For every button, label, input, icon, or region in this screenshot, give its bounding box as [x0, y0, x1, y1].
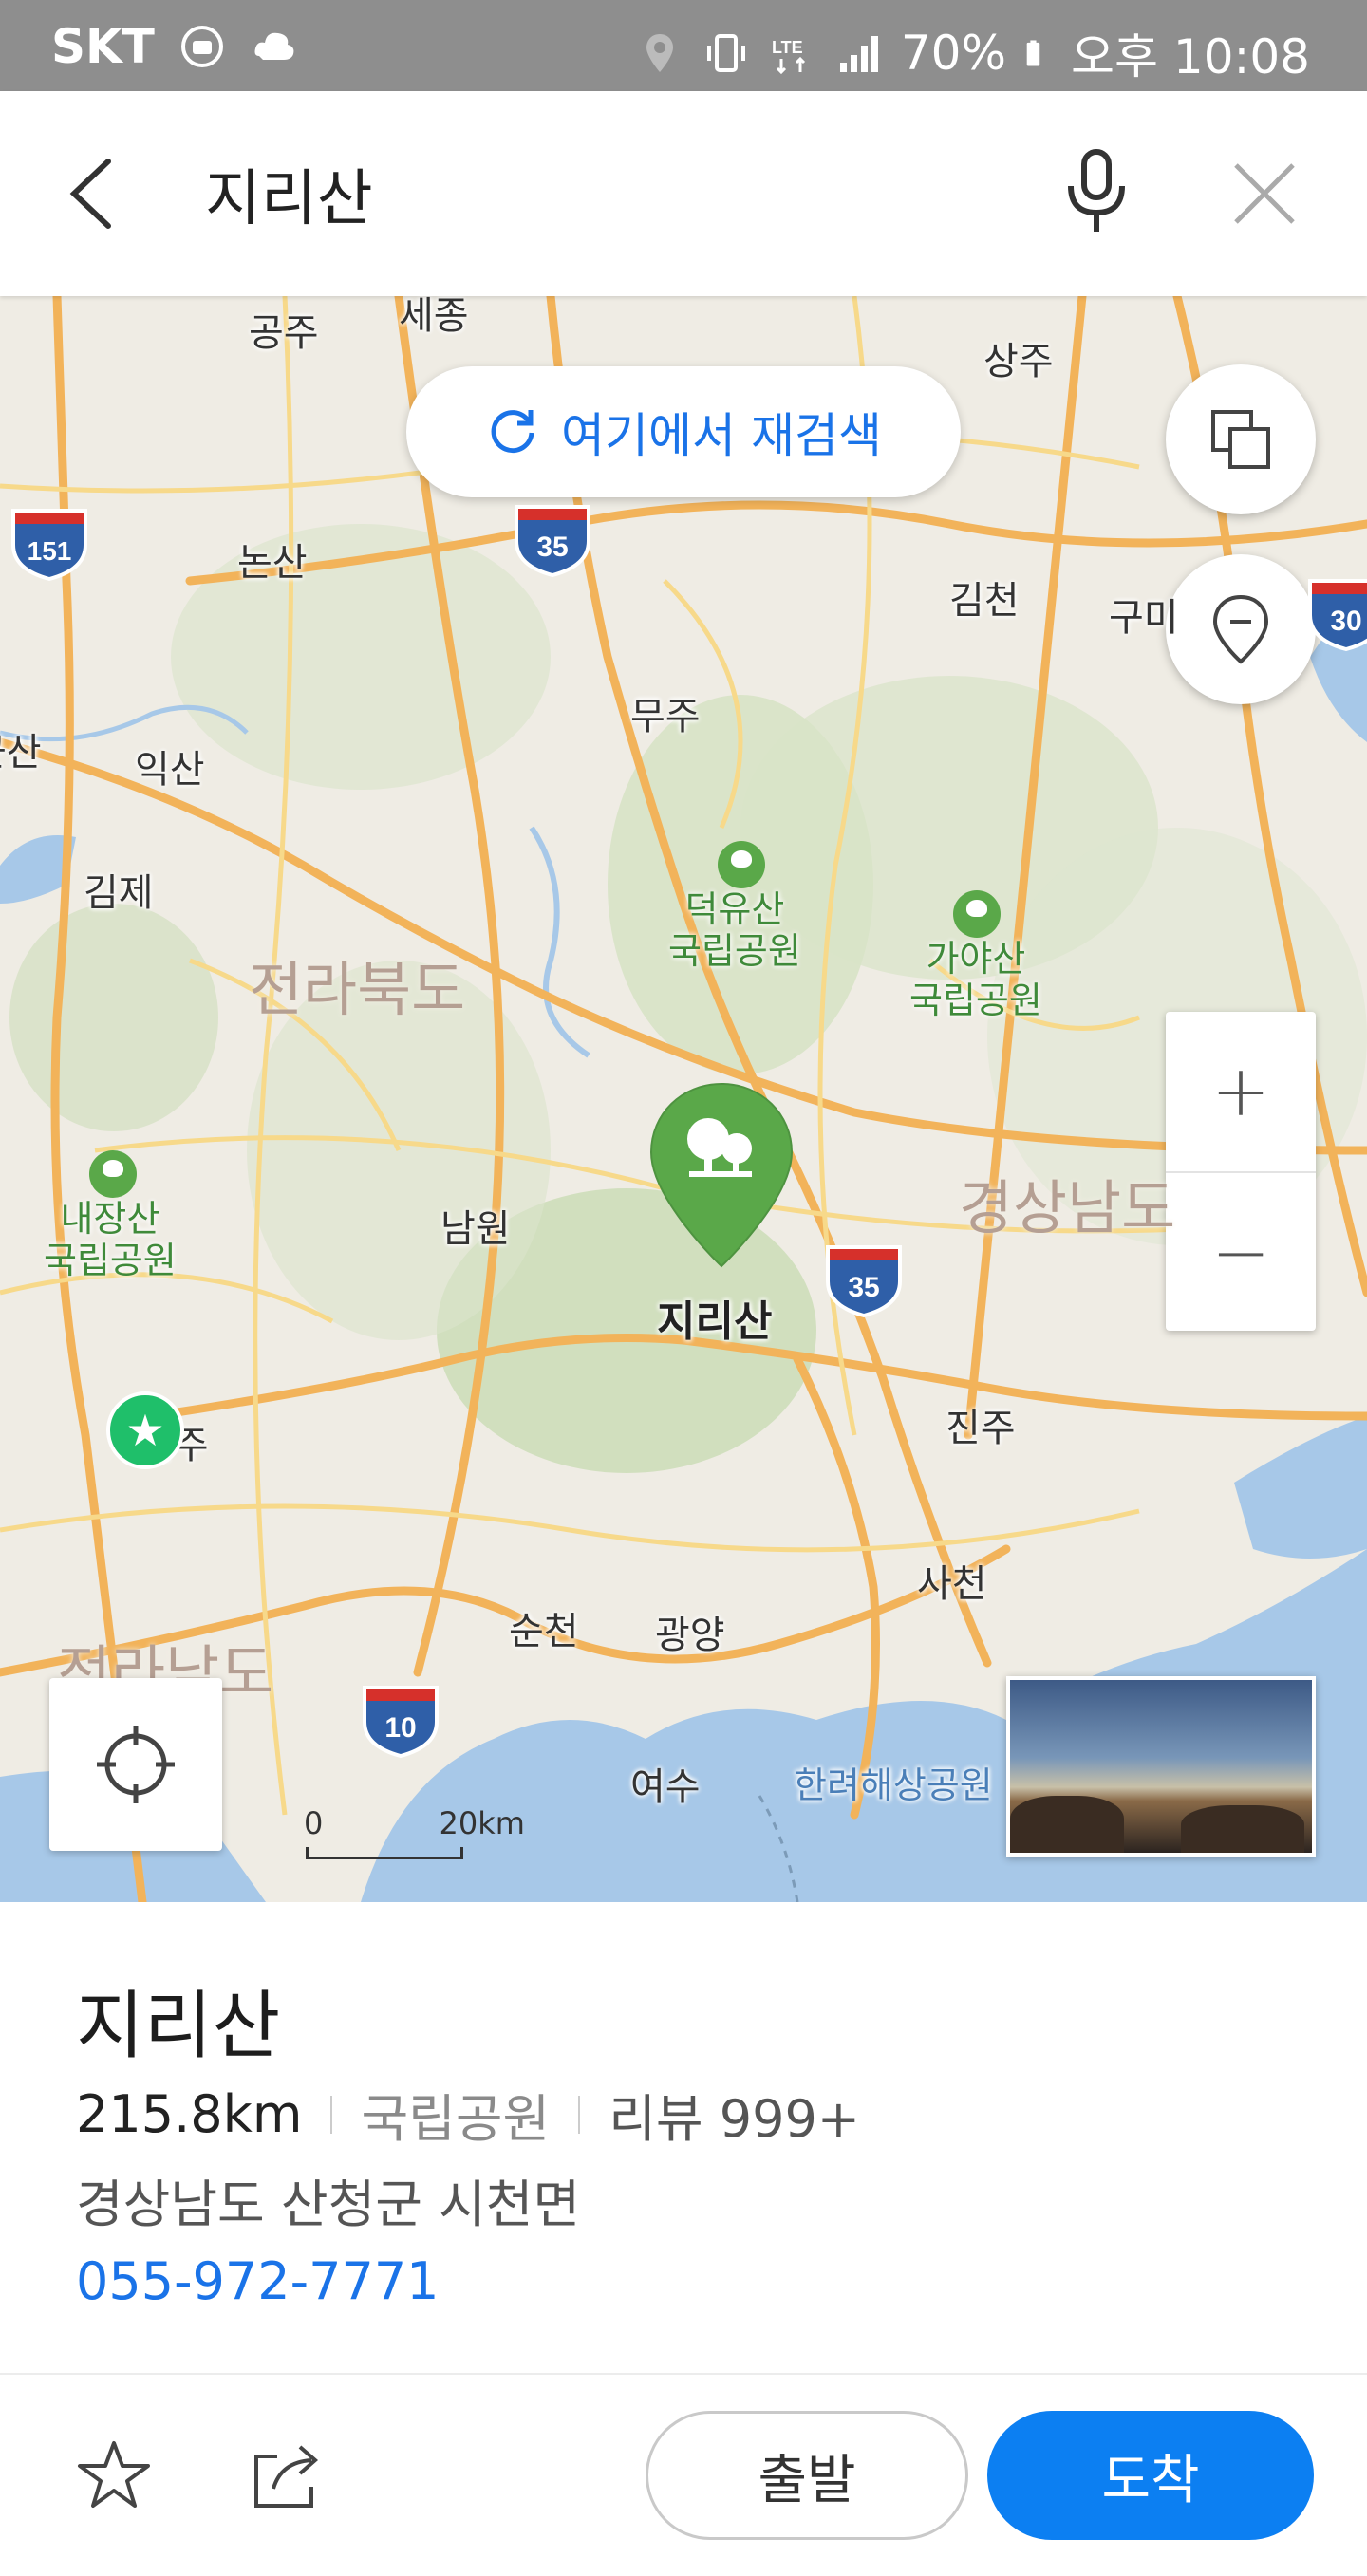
signal-icon [839, 36, 878, 72]
share-icon[interactable] [249, 2437, 325, 2513]
svg-text:30: 30 [1330, 606, 1361, 637]
arrive-button[interactable]: 도착 [987, 2411, 1314, 2540]
place-category: 국립공원 [361, 2089, 551, 2149]
back-arrow-icon[interactable] [61, 156, 127, 232]
city-label[interactable]: 군산 [0, 721, 42, 776]
scale-zero: 0 [304, 1805, 324, 1841]
search-header: 지리산 [0, 91, 1367, 296]
city-label[interactable]: 김천 [949, 569, 1020, 625]
city-label[interactable]: 사천 [917, 1553, 987, 1608]
map-view[interactable]: 여기에서 재검색 + − 151 35 30 35 10 공주 세종 상주 논산… [0, 296, 1367, 1902]
region-label: 경상남도 [959, 1173, 1176, 1242]
refresh-icon [491, 410, 534, 454]
park-icon[interactable] [953, 890, 1001, 938]
search-query[interactable]: 지리산 [205, 150, 373, 237]
city-label[interactable]: 여수 [630, 1756, 701, 1811]
marine-park-label[interactable]: 한려해상공원 [794, 1756, 993, 1808]
bottom-action-bar: 출발 도착 [0, 2373, 1367, 2576]
close-icon[interactable] [1230, 159, 1299, 228]
place-meta: 215.8km 국립공원 리뷰 999+ [76, 2077, 860, 2152]
location-icon [646, 34, 673, 72]
svg-text:151: 151 [28, 536, 72, 566]
city-label[interactable]: 무주 [630, 685, 701, 740]
research-here-button[interactable]: 여기에서 재검색 [406, 366, 961, 497]
favorite-star-marker[interactable]: ★ [106, 1391, 184, 1469]
scale-distance: 20km [439, 1805, 525, 1841]
zoom-out-button[interactable]: − [1166, 1173, 1316, 1333]
highway-shield-35: 35 [515, 505, 590, 577]
layers-button[interactable] [1166, 364, 1316, 514]
city-label[interactable]: 남원 [440, 1198, 511, 1253]
place-info-panel[interactable]: 지리산 215.8km 국립공원 리뷰 999+ 경상남도 산청군 시천면 05… [0, 1902, 1367, 2373]
region-label: 전라북도 [249, 955, 466, 1024]
city-label[interactable]: 공주 [249, 302, 319, 357]
highway-shield-30: 30 [1308, 579, 1367, 651]
battery-icon [1026, 40, 1040, 66]
city-label[interactable]: 순천 [509, 1600, 579, 1655]
park-label[interactable]: 내장산 국립공원 [44, 1198, 177, 1281]
place-title: 지리산 [76, 1984, 281, 2069]
carrier-label: SKT [51, 19, 155, 74]
city-label[interactable]: 구미 [1109, 587, 1179, 642]
meta-divider [578, 2095, 581, 2134]
clock: 오후 10:08 [1071, 29, 1310, 84]
svg-text:35: 35 [848, 1272, 879, 1303]
city-label[interactable]: 상주 [983, 330, 1054, 385]
highway-shield-151: 151 [11, 509, 87, 581]
selected-place-pin[interactable] [647, 1080, 796, 1270]
city-label[interactable]: 세종 [399, 296, 469, 340]
map-scale: 0 20km [304, 1805, 525, 1859]
svg-text:35: 35 [536, 532, 568, 563]
status-bar: SKT LTE 70% 오후 10:08 [0, 0, 1367, 91]
park-icon[interactable] [718, 841, 765, 888]
android-icon [180, 26, 223, 67]
zoom-in-button[interactable]: + [1166, 1012, 1316, 1171]
my-location-button[interactable] [49, 1678, 222, 1851]
research-label: 여기에서 재검색 [561, 408, 882, 463]
scale-bar [306, 1847, 463, 1859]
city-label[interactable]: 김제 [84, 862, 154, 917]
place-reviews-link[interactable]: 리뷰 999+ [609, 2077, 860, 2152]
city-label[interactable]: 익산 [135, 738, 205, 793]
place-address: 경상남도 산청군 시천면 [76, 2175, 581, 2234]
battery-percent: 70% [900, 26, 1006, 81]
star-icon[interactable] [76, 2437, 152, 2513]
selected-place-label[interactable]: 지리산 [657, 1287, 772, 1348]
layers-icon [1211, 410, 1270, 469]
depart-button[interactable]: 출발 [646, 2411, 968, 2540]
lte-icon: LTE [772, 38, 805, 75]
map-pin-icon [1212, 594, 1269, 664]
place-distance: 215.8km [76, 2084, 303, 2144]
vibrate-icon [706, 34, 745, 72]
svg-text:LTE: LTE [772, 38, 803, 57]
city-label[interactable]: 광양 [655, 1604, 725, 1659]
highway-shield-35-south: 35 [826, 1245, 902, 1317]
city-label[interactable]: 진주 [946, 1397, 1016, 1452]
park-icon[interactable] [89, 1150, 137, 1198]
park-label[interactable]: 가야산 국립공원 [909, 938, 1042, 1021]
park-label[interactable]: 덕유산 국립공원 [668, 888, 801, 972]
meta-divider [330, 2095, 333, 2134]
microphone-icon[interactable] [1061, 148, 1132, 235]
place-phone-link[interactable]: 055-972-7771 [76, 2251, 440, 2311]
crosshair-icon [97, 1726, 175, 1803]
highway-shield-10: 10 [363, 1686, 439, 1758]
svg-text:10: 10 [384, 1712, 416, 1744]
city-label[interactable]: 논산 [237, 532, 308, 587]
zoom-controls: + − [1166, 1012, 1316, 1331]
place-pin-button[interactable] [1166, 554, 1316, 704]
place-photo-thumbnail[interactable] [1006, 1676, 1316, 1857]
cloud-icon [254, 32, 294, 60]
